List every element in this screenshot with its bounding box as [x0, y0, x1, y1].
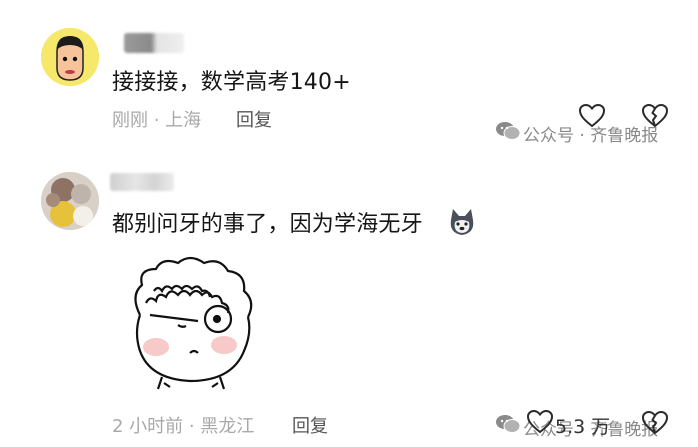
like-button[interactable] — [526, 409, 554, 435]
broken-heart-icon — [641, 410, 669, 435]
cartoon-boy-avatar-icon — [41, 28, 99, 86]
comment-text: 都别问牙的事了，因为学海无牙 — [112, 212, 423, 237]
commenter-avatar[interactable] — [41, 172, 99, 230]
comment-time-location: 刚刚 · 上海 — [112, 110, 202, 131]
wechat-icon — [495, 414, 521, 434]
like-count: 5.3 万 — [555, 416, 611, 438]
blurred-photo-avatar-icon — [41, 172, 99, 230]
watermark-text: 公众号 · 齐鲁晚报 — [523, 126, 659, 146]
reply-button[interactable]: 回复 — [292, 412, 328, 438]
comment-time-location: 2 小时前 · 黑龙江 — [112, 416, 255, 437]
username-blurred[interactable] — [124, 33, 184, 53]
dislike-button[interactable] — [641, 410, 669, 436]
commenter-avatar[interactable] — [41, 28, 99, 86]
heart-outline-icon — [526, 409, 554, 434]
wechat-icon — [495, 121, 521, 141]
husky-emoji-icon — [447, 207, 477, 237]
curly-hair-face-icon — [134, 256, 253, 390]
username-blurred[interactable] — [110, 173, 174, 191]
cartoon-curly-hair-sticker[interactable] — [120, 255, 260, 395]
comment-text: 接接接，数学高考140+ — [112, 70, 351, 95]
reply-button[interactable]: 回复 — [236, 106, 272, 132]
